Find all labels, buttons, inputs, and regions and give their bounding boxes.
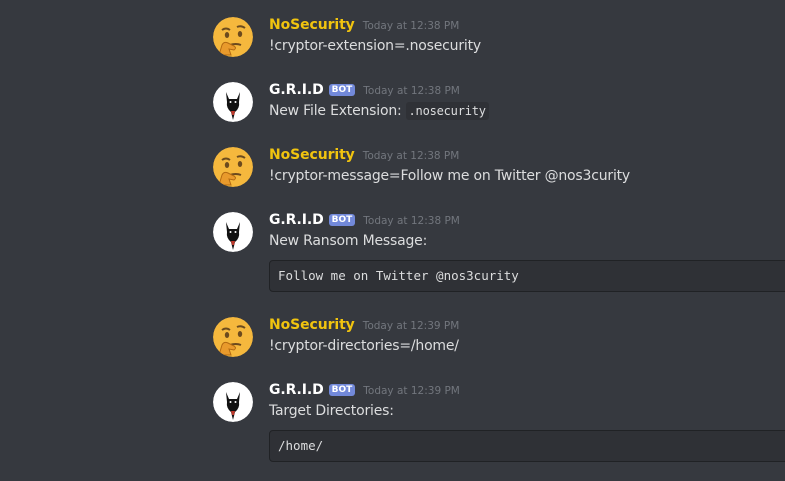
timestamp: Today at 12:39 PM: [362, 320, 460, 332]
username[interactable]: G.R.I.D: [269, 82, 324, 98]
username[interactable]: G.R.I.D: [269, 382, 324, 398]
timestamp: Today at 12:38 PM: [363, 215, 460, 227]
timestamp: Today at 12:38 PM: [363, 85, 460, 97]
message-header: G.R.I.D BOT Today at 12:39 PM: [269, 382, 460, 402]
username[interactable]: NoSecurity: [269, 317, 355, 333]
message-content: New File Extension: .nosecurity: [269, 102, 489, 120]
inline-code: .nosecurity: [405, 102, 489, 120]
timestamp: Today at 12:38 PM: [362, 150, 460, 162]
message-header: G.R.I.D BOT Today at 12:38 PM: [269, 82, 460, 102]
chat-messages: NoSecurity Today at 12:38 PM !cryptor-ex…: [0, 0, 785, 481]
username[interactable]: G.R.I.D: [269, 212, 324, 228]
bot-tag: BOT: [328, 384, 356, 396]
bot-tag: BOT: [328, 84, 356, 96]
thinking-face-emoji-icon[interactable]: [213, 147, 253, 187]
message-header: NoSecurity Today at 12:38 PM: [269, 147, 459, 167]
thinking-face-emoji-icon[interactable]: [213, 17, 253, 57]
code-block: /home/: [269, 430, 785, 462]
timestamp: Today at 12:38 PM: [362, 20, 460, 32]
message-content: New Ransom Message:: [269, 233, 428, 249]
message-content: !cryptor-message=Follow me on Twitter @n…: [269, 168, 631, 184]
timestamp: Today at 12:39 PM: [363, 385, 460, 397]
message-header: NoSecurity Today at 12:38 PM: [269, 17, 459, 37]
black-cat-avatar-icon[interactable]: [213, 212, 253, 252]
thinking-face-emoji-icon[interactable]: [213, 317, 253, 357]
username[interactable]: NoSecurity: [269, 147, 355, 163]
message-text: New File Extension:: [269, 103, 402, 119]
black-cat-avatar-icon[interactable]: [213, 82, 253, 122]
message-content: !cryptor-directories=/home/: [269, 338, 459, 354]
message-header: G.R.I.D BOT Today at 12:38 PM: [269, 212, 460, 232]
black-cat-avatar-icon[interactable]: [213, 382, 253, 422]
username[interactable]: NoSecurity: [269, 17, 355, 33]
bot-tag: BOT: [328, 214, 356, 226]
message-content: !cryptor-extension=.nosecurity: [269, 38, 481, 54]
message-content: Target Directories:: [269, 403, 394, 419]
message-header: NoSecurity Today at 12:39 PM: [269, 317, 459, 337]
code-block: Follow me on Twitter @nos3curity: [269, 260, 785, 292]
